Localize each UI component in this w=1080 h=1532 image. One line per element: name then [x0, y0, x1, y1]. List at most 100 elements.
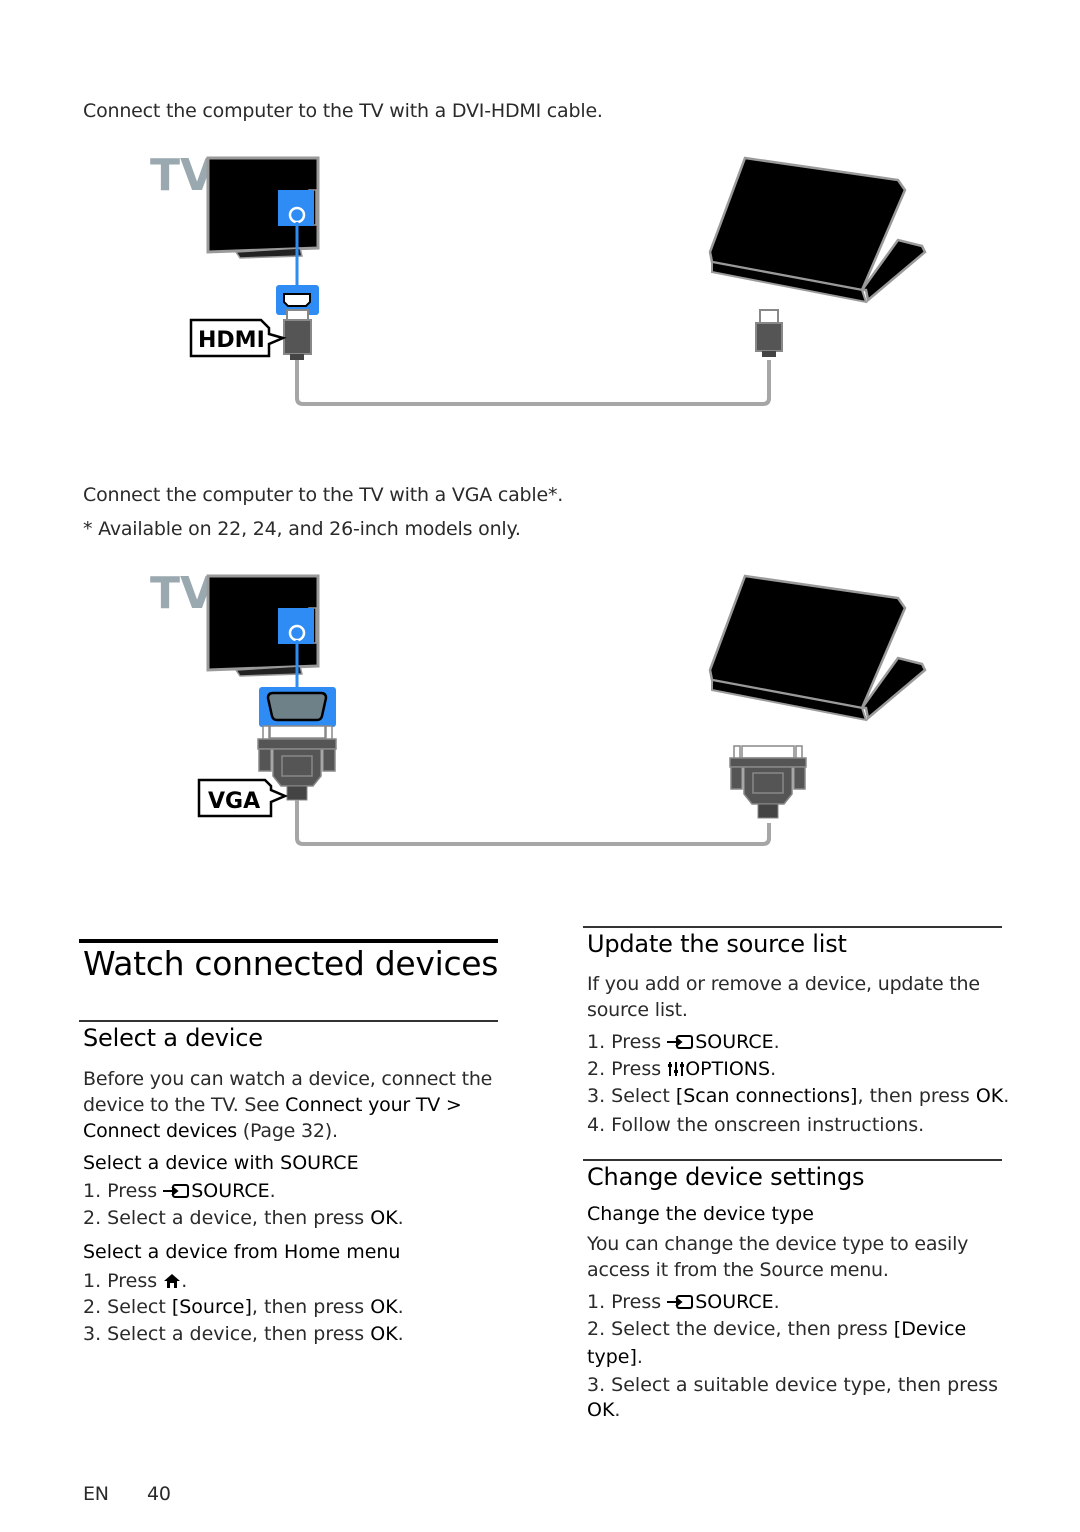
scan-connections-option: [Scan connections]	[675, 1085, 858, 1107]
step-text: .	[614, 1399, 621, 1421]
ok-key: OK	[370, 1323, 398, 1345]
step-text: .	[773, 1291, 780, 1313]
ok-key: OK	[370, 1207, 398, 1229]
section-rule	[79, 939, 498, 943]
step-text: .	[269, 1180, 276, 1202]
step-text: 1. Press	[587, 1031, 668, 1053]
options-key: OPTIONS	[685, 1058, 771, 1080]
update-source-intro: If you add or remove a device, update th…	[587, 971, 980, 1023]
from-home-step-3: 3. Select a device, then press OK.	[83, 1321, 404, 1348]
tv-icon	[206, 574, 320, 677]
source-icon	[163, 1180, 191, 1207]
footer-language: EN	[83, 1483, 109, 1505]
device-type-option: type]	[587, 1346, 637, 1368]
step-text: .	[397, 1296, 404, 1318]
step-text: 3. Select a device, then press	[83, 1323, 371, 1345]
source-key: SOURCE	[695, 1031, 774, 1053]
intro-line: device to the TV. See Connect your TV >	[83, 1092, 503, 1118]
step-text: 2. Select	[83, 1296, 172, 1318]
page-reference: (Page 32).	[236, 1120, 338, 1142]
ok-key: OK	[370, 1296, 398, 1318]
change-step-1: 1. Press SOURCE.	[587, 1289, 780, 1318]
from-home-step-2: 2. Select [Source], then press OK.	[83, 1294, 404, 1321]
step-text: .	[1003, 1085, 1010, 1107]
step-text: , then press	[251, 1296, 371, 1318]
tv-label: TV	[150, 150, 214, 201]
step-text: .	[397, 1207, 404, 1229]
subsection-rule	[79, 1020, 498, 1022]
step-text: 3. Select	[587, 1085, 676, 1107]
step-text: 1. Press	[587, 1291, 668, 1313]
device-type-option: [Device	[893, 1318, 967, 1340]
ok-key: OK	[975, 1085, 1004, 1107]
source-icon	[667, 1291, 695, 1318]
hdmi-plug-computer-side	[755, 309, 783, 357]
vga-cable	[295, 800, 771, 846]
laptop-icon	[708, 574, 927, 722]
step-text: 2. Select a device, then press	[83, 1207, 371, 1229]
source-icon	[667, 1031, 695, 1058]
step-text: .	[773, 1031, 780, 1053]
intro-line: You can change the device type to easily	[587, 1233, 969, 1255]
source-key: SOURCE	[191, 1180, 270, 1202]
vga-label: VGA	[208, 789, 260, 814]
step-text: , then press	[857, 1085, 976, 1107]
ok-key: OK	[587, 1399, 615, 1421]
with-source-step-1: 1. Press SOURCE.	[83, 1178, 276, 1207]
update-step-2: 2. Press OPTIONS.	[587, 1056, 776, 1085]
subsection-rule	[583, 926, 1002, 928]
change-step-3: 3. Select a suitable device type, then p…	[587, 1374, 999, 1396]
subsection-rule	[583, 1159, 1002, 1161]
hdmi-connection-diagram: TV HDMI	[150, 150, 927, 406]
vga-connection-diagram: TV VGA	[150, 568, 927, 846]
update-source-heading: Update the source list	[587, 930, 847, 958]
intro-line: access it from the Source menu.	[587, 1259, 889, 1281]
with-source-heading: Select a device with SOURCE	[83, 1152, 359, 1174]
source-key: SOURCE	[695, 1291, 774, 1313]
home-icon	[163, 1270, 181, 1297]
from-home-heading: Select a device from Home menu	[83, 1241, 401, 1263]
change-step-2: 2. Select the device, then press [Device	[587, 1316, 966, 1343]
hdmi-plug-tv-side	[283, 309, 312, 360]
hdmi-label-callout: HDMI	[189, 318, 287, 358]
intro-line: Before you can watch a device, connect t…	[83, 1068, 493, 1090]
step-text: 2. Press	[587, 1058, 668, 1080]
hdmi-label: HDMI	[198, 328, 265, 353]
intro-line: Connect devices (Page 32).	[83, 1118, 503, 1144]
update-step-3: 3. Select [Scan connections], then press…	[587, 1083, 1009, 1110]
tv-icon	[206, 156, 320, 259]
vga-plug-computer-side	[729, 745, 807, 819]
step-text: .	[397, 1323, 404, 1345]
vga-caption: Connect the computer to the TV with a VG…	[83, 484, 564, 506]
update-step-1: 1. Press SOURCE.	[587, 1029, 780, 1058]
intro-line: If you add or remove a device, update th…	[587, 973, 980, 995]
step-text: .	[770, 1058, 777, 1080]
step-text: 1. Press	[83, 1180, 164, 1202]
intro-text: device to the TV. See	[83, 1094, 286, 1116]
vga-port-icon	[259, 687, 336, 727]
vga-label-callout: VGA	[197, 778, 289, 818]
intro-line: source list.	[587, 999, 688, 1021]
step-text: 1. Press	[83, 1270, 164, 1292]
step-text: .	[636, 1346, 643, 1368]
change-settings-heading: Change device settings	[587, 1163, 865, 1191]
page-title: Watch connected devices	[83, 944, 499, 983]
step-text: 2. Select the device, then press	[587, 1318, 894, 1340]
laptop-icon	[708, 156, 927, 304]
change-step-2-cont: type].	[587, 1344, 643, 1371]
hdmi-cable	[295, 360, 771, 406]
link-connect-your-tv[interactable]: Connect your TV >	[285, 1094, 462, 1116]
tv-label: TV	[150, 568, 214, 619]
step-text: .	[181, 1270, 188, 1292]
from-home-step-1: 1. Press .	[83, 1268, 187, 1297]
options-icon	[667, 1058, 685, 1085]
hdmi-caption: Connect the computer to the TV with a DV…	[83, 100, 603, 122]
select-device-intro: Before you can watch a device, connect t…	[83, 1066, 503, 1144]
update-step-4: 4. Follow the onscreen instructions.	[587, 1114, 925, 1136]
change-type-heading: Change the device type	[587, 1203, 814, 1225]
vga-footnote: * Available on 22, 24, and 26-inch model…	[83, 518, 521, 540]
source-option: [Source]	[171, 1296, 252, 1318]
footer-page-number: 40	[147, 1483, 171, 1505]
change-step-3-cont: OK.	[587, 1397, 620, 1424]
link-connect-devices[interactable]: Connect devices	[83, 1120, 237, 1142]
